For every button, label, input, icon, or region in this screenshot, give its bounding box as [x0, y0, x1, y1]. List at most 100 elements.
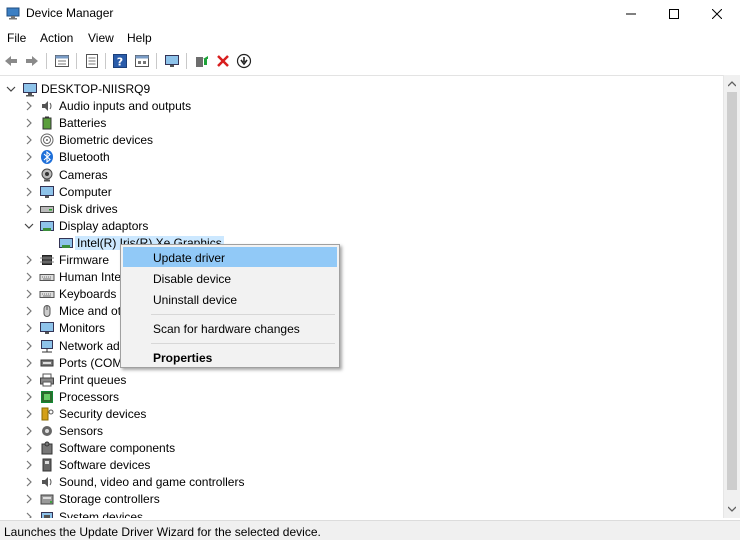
scroll-up-icon[interactable]: [728, 80, 736, 88]
chevron-right-icon[interactable]: [24, 152, 34, 162]
chevron-down-icon[interactable]: [6, 84, 16, 94]
chevron-right-icon[interactable]: [24, 135, 34, 145]
bluetooth-icon: [41, 150, 53, 165]
scrollbar-thumb[interactable]: [727, 92, 737, 490]
tree-category-item[interactable]: Biometric devices: [0, 131, 720, 148]
chevron-right-icon[interactable]: [24, 255, 34, 265]
menu-view[interactable]: View: [88, 31, 114, 45]
forward-button[interactable]: [22, 51, 42, 71]
tree-category-item[interactable]: Storage controllers: [0, 490, 720, 507]
tree-category-item[interactable]: Firmware: [0, 251, 720, 268]
tree-item-label: Software devices: [59, 458, 151, 473]
add-driver-button[interactable]: [192, 51, 212, 71]
minimize-button[interactable]: [608, 0, 654, 27]
chevron-right-icon[interactable]: [24, 392, 34, 402]
tree-item-label: Processors: [59, 389, 120, 404]
tree-item-label: Keyboards: [59, 287, 117, 302]
resource-view-button[interactable]: [132, 51, 152, 71]
monitor-icon: [165, 55, 179, 67]
chevron-right-icon[interactable]: [24, 409, 34, 419]
chevron-down-icon[interactable]: [24, 221, 34, 231]
keyboard-icon: [39, 291, 55, 299]
chevron-right-icon[interactable]: [24, 460, 34, 470]
tree-category-item[interactable]: Batteries: [0, 114, 720, 131]
chevron-right-icon[interactable]: [24, 341, 34, 351]
tree-item-label: Audio inputs and outputs: [59, 99, 192, 114]
chevron-right-icon[interactable]: [24, 306, 34, 316]
tree-item-label: Batteries: [59, 116, 107, 131]
device-tree[interactable]: DESKTOP-NIISRQ9 Audio inputs and outputs…: [0, 75, 740, 518]
ctx-update-driver-item[interactable]: Update driver: [123, 247, 337, 267]
close-button[interactable]: [694, 0, 740, 27]
list-view-button[interactable]: [82, 51, 102, 71]
tree-item-label: Security devices: [59, 406, 147, 421]
tree-category-item[interactable]: Bluetooth: [0, 148, 720, 165]
help-button[interactable]: ?: [110, 51, 130, 71]
maximize-button[interactable]: [651, 0, 697, 27]
tree-item-label: Software components: [59, 441, 176, 456]
menu-separator: [151, 343, 335, 344]
chevron-right-icon[interactable]: [24, 375, 34, 385]
chevron-right-icon[interactable]: [24, 204, 34, 214]
forward-arrow-icon: [26, 56, 38, 66]
tree-root[interactable]: DESKTOP-NIISRQ9: [0, 80, 720, 97]
scroll-down-icon[interactable]: [728, 505, 736, 513]
tree-category-item[interactable]: Human Inte: [0, 268, 720, 285]
computer-icon: [23, 83, 37, 97]
chevron-right-icon[interactable]: [24, 494, 34, 504]
chevron-right-icon[interactable]: [24, 443, 34, 453]
tree-item-label: Ports (COM: [59, 355, 123, 370]
tree-category-item[interactable]: System devices: [0, 508, 720, 519]
update-driver-button[interactable]: [234, 51, 254, 71]
tree-category-item[interactable]: Display adaptors: [0, 217, 720, 234]
chevron-right-icon[interactable]: [24, 101, 34, 111]
tree-category-item[interactable]: Disk drives: [0, 200, 720, 217]
tree-category-item[interactable]: Print queues: [0, 371, 720, 388]
properties-view-button[interactable]: [52, 51, 72, 71]
tree-category-item[interactable]: Monitors: [0, 319, 720, 336]
back-button[interactable]: [1, 51, 21, 71]
chevron-right-icon[interactable]: [24, 512, 34, 519]
toolbar-separator: [156, 53, 157, 69]
tree-item-label: Computer: [59, 184, 112, 199]
tree-category-item[interactable]: Software components: [0, 439, 720, 456]
tree-category-item[interactable]: Processors: [0, 388, 720, 405]
network-icon: [41, 339, 53, 352]
menu-action[interactable]: Action: [40, 31, 73, 45]
tree-category-item[interactable]: Network ada: [0, 337, 720, 354]
chevron-right-icon[interactable]: [24, 358, 34, 368]
display-adapter-icon: [40, 220, 54, 231]
ctx-uninstall-device-item[interactable]: Uninstall device: [123, 289, 337, 309]
chevron-right-icon[interactable]: [24, 272, 34, 282]
toolbar-separator: [186, 53, 187, 69]
tree-category-item[interactable]: Ports (COM: [0, 354, 720, 371]
tree-category-item[interactable]: Cameras: [0, 166, 720, 183]
tree-item-label: Print queues: [59, 372, 127, 387]
chevron-right-icon[interactable]: [24, 170, 34, 180]
chevron-right-icon[interactable]: [24, 289, 34, 299]
tree-category-item[interactable]: Sensors: [0, 422, 720, 439]
tree-item-label: System devices: [59, 509, 144, 519]
tree-category-item[interactable]: Computer: [0, 183, 720, 200]
chevron-right-icon[interactable]: [24, 187, 34, 197]
tree-category-item[interactable]: Mice and ot: [0, 302, 720, 319]
chevron-right-icon[interactable]: [24, 477, 34, 487]
uninstall-button[interactable]: [213, 51, 233, 71]
chevron-right-icon[interactable]: [24, 323, 34, 333]
ctx-scan-for-hardware-changes-item[interactable]: Scan for hardware changes: [123, 318, 337, 338]
chevron-right-icon[interactable]: [24, 426, 34, 436]
vertical-scrollbar[interactable]: [723, 75, 740, 518]
menu-file[interactable]: File: [7, 31, 26, 45]
chevron-right-icon[interactable]: [24, 118, 34, 128]
tree-category-item[interactable]: Audio inputs and outputs: [0, 97, 720, 114]
tree-category-item[interactable]: Keyboards: [0, 285, 720, 302]
scan-hardware-button[interactable]: [162, 51, 182, 71]
tree-category-item[interactable]: Software devices: [0, 456, 720, 473]
ctx-disable-device-item[interactable]: Disable device: [123, 268, 337, 288]
tree-device-item[interactable]: Intel(R) Iris(R) Xe Graphics: [0, 234, 720, 251]
menu-help[interactable]: Help: [127, 31, 152, 45]
ctx-properties-item[interactable]: Properties: [123, 347, 337, 367]
tree-category-item[interactable]: Sound, video and game controllers: [0, 473, 720, 490]
battery-icon: [42, 116, 52, 130]
tree-category-item[interactable]: Security devices: [0, 405, 720, 422]
